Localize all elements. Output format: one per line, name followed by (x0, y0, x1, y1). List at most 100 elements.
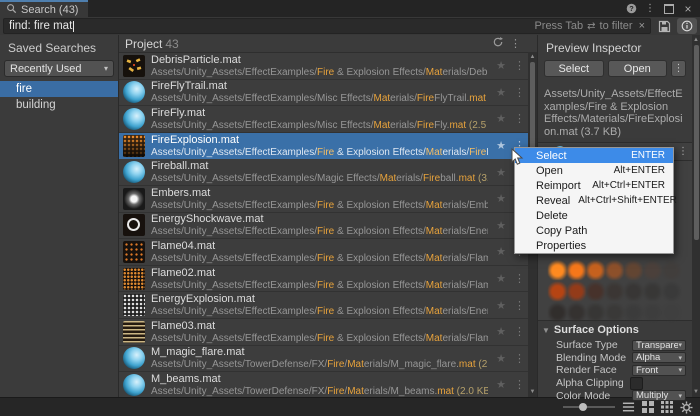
menu-item-reveal[interactable]: Reveal Alt+Ctrl+Shift+ENTER (515, 193, 677, 208)
thumbnail-size-slider[interactable] (563, 403, 615, 411)
settings-gear-icon[interactable] (680, 400, 693, 414)
tab-search[interactable]: Search (43) (0, 0, 89, 17)
select-button[interactable]: Select (544, 60, 604, 77)
chevron-down-icon: ▾ (678, 392, 682, 400)
menu-item-delete[interactable]: Delete (515, 208, 673, 223)
list-item[interactable]: M_beams.mat Assets/Unity_Assets/TowerDefe… (119, 372, 528, 397)
item-menu-icon[interactable]: ⋮ (514, 299, 525, 312)
item-menu-icon[interactable]: ⋮ (514, 112, 525, 125)
favorite-star-icon[interactable]: ★ (494, 272, 508, 285)
file-info: EnergyShockwave.mat Assets/Unity_Assets/E… (151, 213, 488, 237)
help-icon[interactable]: ? (623, 1, 639, 16)
item-menu-icon[interactable]: ⋮ (514, 325, 525, 338)
open-button[interactable]: Open (607, 60, 667, 77)
toggle-inspector-button[interactable] (677, 18, 697, 34)
list-item[interactable]: EnergyExplosion.mat Assets/Unity_Assets/E… (119, 292, 528, 319)
list-item[interactable]: Embers.mat Assets/Unity_Assets/EffectExam… (119, 185, 528, 213)
panel-menu-icon[interactable]: ⋮ (510, 37, 521, 50)
favorite-star-icon[interactable]: ★ (494, 299, 508, 312)
favorite-star-icon[interactable]: ★ (494, 352, 508, 365)
material-sphere-icon (123, 107, 145, 130)
menu-item-properties[interactable]: Properties (515, 238, 673, 253)
fire-sprite (662, 280, 681, 301)
maximize-icon[interactable] (661, 1, 677, 16)
scroll-down-icon[interactable]: ▼ (528, 388, 537, 396)
property-label: Render Face (556, 364, 617, 377)
list-view-icon[interactable] (622, 401, 635, 413)
grid-small-view-icon[interactable] (642, 401, 654, 413)
favorite-star-icon[interactable]: ★ (494, 192, 508, 205)
list-item[interactable]: Flame04.mat Assets/Unity_Assets/EffectExa… (119, 239, 528, 266)
scroll-down-icon[interactable]: ▼ (692, 388, 700, 396)
material-sphere-icon (123, 81, 145, 104)
menu-item-shortcut: ENTER (631, 150, 665, 161)
list-item[interactable]: Fireball.mat Assets/Unity_Assets/EffectEx… (119, 159, 528, 186)
fire-sprite (662, 301, 681, 322)
inspector-scrollbar-thumb[interactable] (693, 45, 699, 240)
close-icon[interactable]: × (680, 1, 696, 16)
fire-sprite (643, 259, 662, 280)
item-menu-icon[interactable]: ⋮ (514, 378, 525, 391)
slider-thumb[interactable] (579, 403, 587, 411)
favorite-star-icon[interactable]: ★ (494, 166, 508, 179)
fire-sprite (605, 259, 624, 280)
list-item[interactable]: Flame02.mat Assets/Unity_Assets/EffectExa… (119, 265, 528, 293)
mouse-cursor-icon (511, 147, 524, 171)
saved-search-item-fire[interactable]: fire (0, 81, 118, 97)
scroll-up-icon[interactable]: ▲ (692, 36, 700, 44)
list-item[interactable]: FireExplosion.mat Assets/Unity_Assets/Eff… (119, 132, 528, 160)
grid-large-view-icon[interactable] (661, 401, 673, 413)
file-path: Assets/Unity_Assets/EffectExamples/Magic… (151, 173, 488, 185)
foldout-icon[interactable]: ▼ (542, 326, 550, 335)
inspector-menu-button[interactable]: ⋮ (671, 60, 686, 77)
menu-item-reimport[interactable]: Reimport Alt+Ctrl+ENTER (515, 178, 673, 193)
menu-item-open[interactable]: Open Alt+ENTER (515, 163, 673, 178)
favorite-star-icon[interactable]: ★ (494, 219, 508, 232)
clear-search-icon[interactable]: × (639, 20, 645, 32)
fire-sprite (643, 301, 662, 322)
item-menu-icon[interactable]: ⋮ (514, 352, 525, 365)
file-name: Embers.mat (151, 186, 211, 199)
favorite-star-icon[interactable]: ★ (494, 245, 508, 258)
property-label: Color Mode (556, 389, 611, 402)
item-menu-icon[interactable]: ⋮ (514, 59, 525, 72)
list-item[interactable]: DebrisParticle.mat Assets/Unity_Assets/Ef… (119, 53, 528, 80)
inspector-scrollbar[interactable]: ▲ ▼ (692, 35, 700, 397)
favorite-star-icon[interactable]: ★ (494, 86, 508, 99)
project-title: Project (125, 36, 163, 51)
surface-options-title: Surface Options (553, 324, 639, 336)
render-face-dropdown[interactable]: Front ▾ (632, 364, 686, 376)
material-menu-icon[interactable]: ⋮ (678, 146, 688, 157)
surface-type-dropdown[interactable]: Transparent▾ (632, 339, 686, 351)
window-menu-icon[interactable]: ⋮ (642, 1, 658, 16)
fire-spritesheet-preview (548, 259, 681, 322)
scroll-up-icon[interactable]: ▲ (528, 53, 537, 61)
item-menu-icon[interactable]: ⋮ (514, 272, 525, 285)
item-menu-icon[interactable]: ⋮ (514, 86, 525, 99)
refresh-icon[interactable] (492, 35, 504, 53)
list-item[interactable]: FireFlyTrail.mat Assets/Unity_Assets/Effe… (119, 79, 528, 107)
color-mode-dropdown[interactable]: Multiply ▾ (632, 390, 686, 402)
list-item[interactable]: Flame03.mat Assets/Unity_Assets/EffectExa… (119, 318, 528, 346)
favorite-star-icon[interactable]: ★ (494, 112, 508, 125)
menu-item-select[interactable]: Select ENTER (515, 148, 673, 163)
alpha-clipping-checkbox[interactable] (630, 376, 643, 390)
list-item[interactable]: FireFly.mat Assets/Unity_Assets/EffectExa… (119, 106, 528, 133)
file-info: FireExplosion.mat Assets/Unity_Assets/Eff… (151, 134, 488, 158)
save-search-button[interactable] (654, 18, 674, 34)
fire-sprite (567, 280, 586, 301)
favorite-star-icon[interactable]: ★ (494, 59, 508, 72)
fire-sprite (662, 259, 681, 280)
saved-searches-sort-dropdown[interactable]: Recently Used ▾ (4, 60, 114, 77)
blending-mode-dropdown[interactable]: Alpha ▾ (632, 352, 686, 364)
menu-item-copy-path[interactable]: Copy Path (515, 223, 673, 238)
search-input[interactable]: find: fire mat Press Tab ⇄ to filter × (3, 18, 651, 34)
list-item[interactable]: M_magic_flare.mat Assets/Unity_Assets/Tow… (119, 345, 528, 373)
favorite-star-icon[interactable]: ★ (494, 378, 508, 391)
favorite-star-icon[interactable]: ★ (494, 325, 508, 338)
search-hint: Press Tab ⇄ to filter × (534, 20, 645, 32)
file-path: Assets/Unity_Assets/EffectExamples/Fire … (151, 279, 488, 291)
favorite-star-icon[interactable]: ★ (494, 139, 508, 152)
list-item[interactable]: EnergyShockwave.mat Assets/Unity_Assets/E… (119, 212, 528, 240)
saved-search-item-building[interactable]: building (0, 97, 118, 113)
